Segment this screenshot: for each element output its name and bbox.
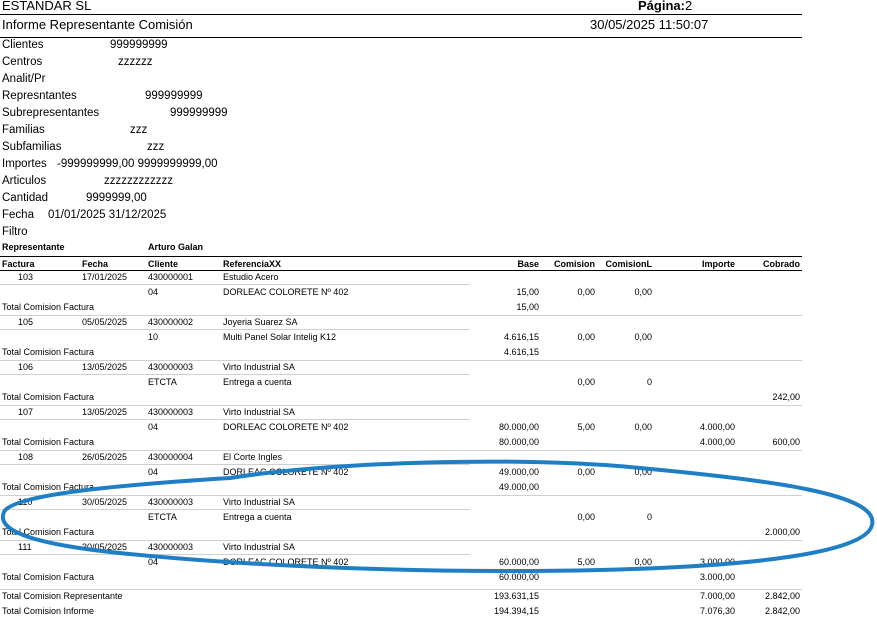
annotation-ellipse bbox=[0, 459, 875, 574]
annotation-stroke bbox=[0, 459, 875, 574]
